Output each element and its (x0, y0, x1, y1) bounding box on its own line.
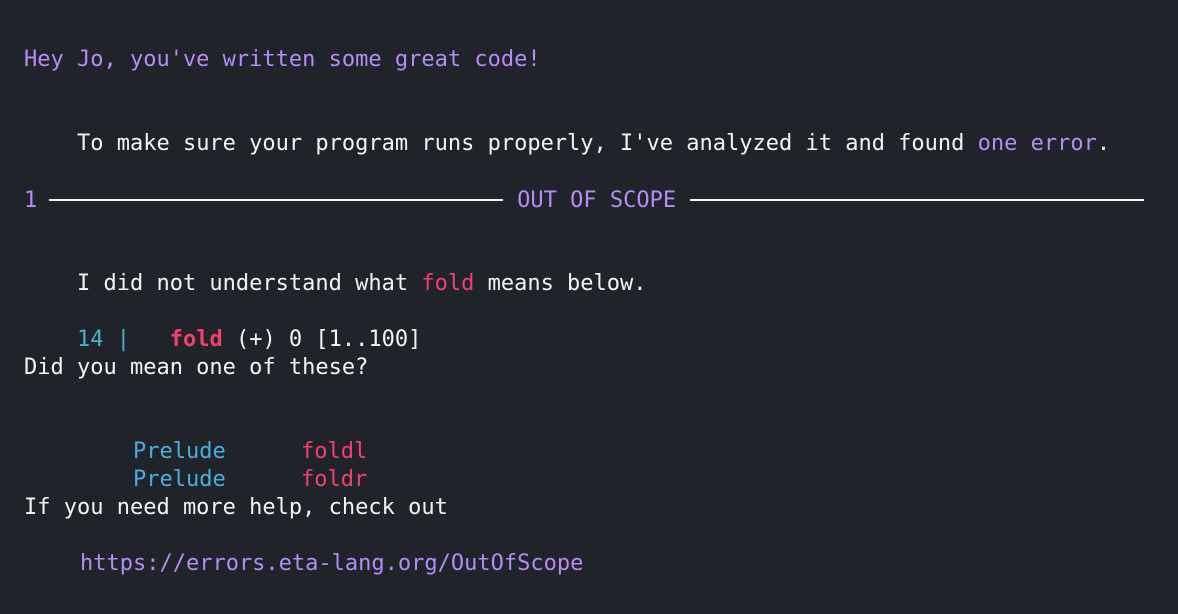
error-message-suffix: means below. (474, 271, 647, 296)
summary-highlight: one error (977, 131, 1097, 156)
error-message-prefix: I did not understand what (76, 271, 422, 296)
help-link[interactable]: https://errors.eta-lang.org/OutOfScope (80, 550, 583, 578)
header-rule-right (690, 199, 1145, 201)
summary-suffix: . (1096, 131, 1111, 156)
code-line-number: 14 | (76, 327, 130, 352)
suggestion-module: Prelude (132, 467, 226, 492)
header-rule-left (49, 199, 504, 201)
terminal-output: Hey Jo, you've written some great code! … (0, 0, 1178, 614)
error-message-term: fold (421, 271, 475, 296)
error-header: 1 OUT OF SCOPE (24, 186, 1145, 214)
code-rest: (+) 0 [1..100] (222, 327, 422, 352)
code-term: fold (169, 327, 223, 352)
error-number: 1 (24, 187, 38, 213)
suggest-prompt: Did you mean one of these? (24, 355, 369, 380)
summary-prefix: To make sure your program runs properly,… (76, 131, 978, 156)
error-title: OUT OF SCOPE (517, 187, 677, 213)
summary-line: To make sure your program runs properly,… (24, 102, 1110, 186)
help-text: If you need more help, check out (24, 495, 448, 520)
suggestion-name: foldr (300, 467, 368, 492)
greeting-line: Hey Jo, you've written some great code! (24, 47, 541, 72)
